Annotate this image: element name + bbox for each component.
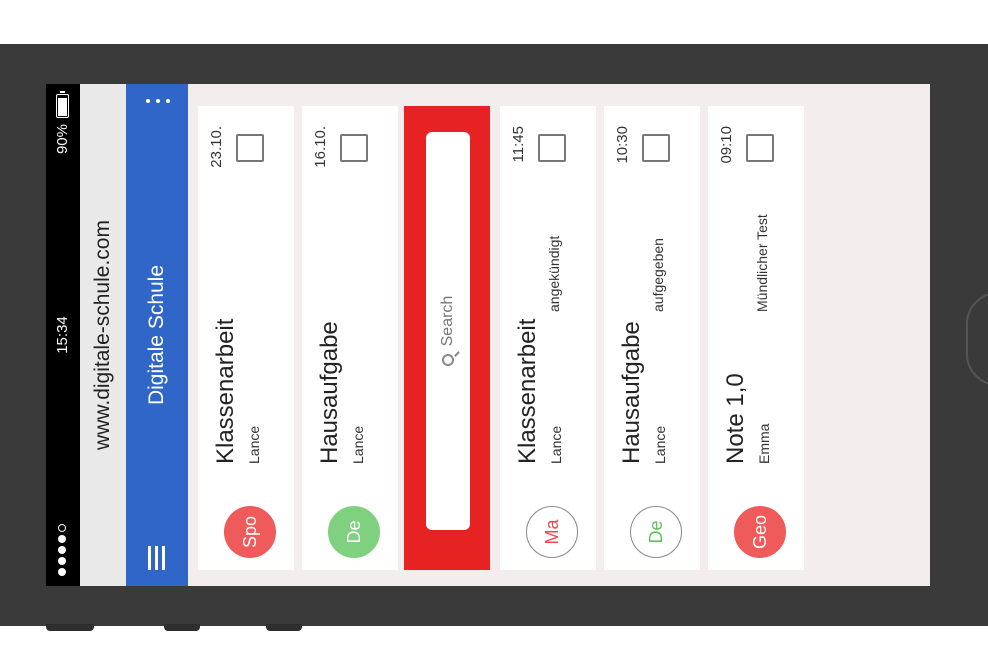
battery-status: 90% <box>54 94 71 154</box>
item-subtitle: Lance <box>548 425 564 464</box>
subject-avatar: De <box>328 506 380 558</box>
app-view: 15:34 90% www.digitale-schule.com Digita… <box>46 84 930 586</box>
list-item[interactable]: De Hausaufgabe Lance aufgegeben 10:30 <box>604 106 700 570</box>
item-checkbox[interactable] <box>746 134 774 162</box>
battery-icon <box>56 94 69 118</box>
item-checkbox[interactable] <box>340 134 368 162</box>
item-subtitle: Lance <box>652 425 668 464</box>
search-input[interactable]: Search <box>426 132 470 530</box>
search-icon <box>442 354 454 367</box>
item-date: 10:30 <box>614 126 631 164</box>
list-item[interactable]: Ma Klassenarbeit Lance angekündigt 11:45 <box>500 106 596 570</box>
item-subtitle: Emma <box>756 423 772 464</box>
item-date: 09:10 <box>718 126 735 164</box>
status-time: 15:34 <box>54 316 71 354</box>
list-item[interactable]: Geo Note 1,0 Emma Mündlicher Test 09:10 <box>708 106 804 570</box>
item-subtitle: Lance <box>350 425 366 464</box>
list-item[interactable]: Spo Klassenarbeit Lance 23.10. <box>198 106 294 570</box>
item-status: angekündigt <box>546 235 562 312</box>
hardware-button <box>46 624 94 631</box>
subject-avatar: De <box>630 506 682 558</box>
url-bar[interactable]: www.digitale-schule.com <box>80 84 126 586</box>
hardware-button <box>266 624 302 631</box>
item-status: Mündlicher Test <box>754 214 770 312</box>
battery-percent: 90% <box>54 124 71 155</box>
list-item[interactable]: De Hausaufgabe Lance 16.10. <box>302 106 398 570</box>
subject-avatar: Spo <box>224 506 276 558</box>
item-title: Note 1,0 <box>722 373 749 464</box>
item-title: Hausaufgabe <box>618 321 645 464</box>
item-checkbox[interactable] <box>236 134 264 162</box>
subject-avatar: Geo <box>734 506 786 558</box>
item-status: aufgegeben <box>650 238 666 312</box>
more-vert-icon[interactable] <box>143 96 173 106</box>
hardware-button <box>164 624 200 631</box>
item-date: 23.10. <box>208 126 225 168</box>
search-placeholder: Search <box>439 295 456 347</box>
item-checkbox[interactable] <box>642 134 670 162</box>
item-date: 11:45 <box>510 126 527 163</box>
app-bar: Digitale Schule <box>126 84 188 586</box>
item-title: Hausaufgabe <box>316 321 343 464</box>
status-bar: 15:34 90% <box>46 84 80 586</box>
item-date: 16.10. <box>312 126 329 168</box>
item-title: Klassenarbeit <box>514 318 541 464</box>
item-subtitle: Lance <box>246 425 262 464</box>
item-title: Klassenarbeit <box>212 318 239 464</box>
subject-avatar: Ma <box>526 506 578 558</box>
item-checkbox[interactable] <box>538 134 566 162</box>
phone-screen: 15:34 90% www.digitale-schule.com Digita… <box>46 84 930 586</box>
search-highlight: Search <box>404 106 490 570</box>
app-title: Digitale Schule <box>145 264 168 406</box>
